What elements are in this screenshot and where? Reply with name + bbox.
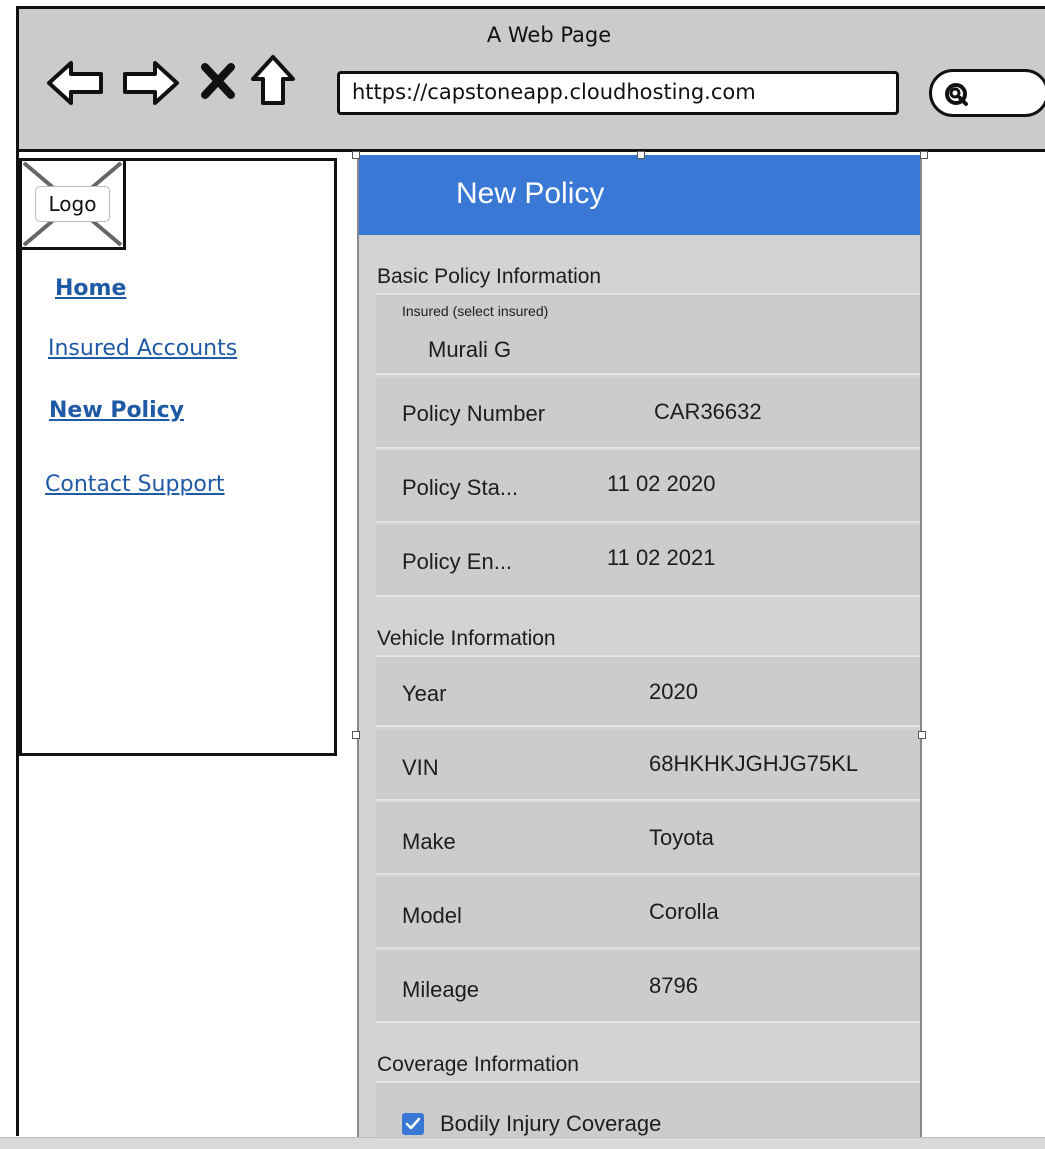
policy-start-value: 11 02 2020 [607, 471, 716, 496]
policy-end-value: 11 02 2021 [607, 545, 716, 570]
field-vin[interactable]: VIN 68HKHKJGHJG75KL [376, 729, 920, 801]
resize-handle[interactable] [352, 731, 360, 739]
field-model[interactable]: Model Corolla [376, 877, 920, 949]
resize-handle[interactable] [918, 731, 926, 739]
make-label: Make [402, 829, 456, 854]
field-bodily-injury[interactable]: Bodily Injury Coverage [376, 1081, 920, 1140]
mileage-label: Mileage [402, 977, 480, 1002]
panel-title: New Policy [456, 177, 605, 210]
bodily-injury-checkbox[interactable] [402, 1113, 424, 1135]
resize-handle[interactable] [920, 151, 928, 159]
section-coverage: Coverage Information [377, 1053, 579, 1076]
field-policy-end[interactable]: Policy En... 11 02 2021 [376, 525, 920, 597]
section-basic-policy: Basic Policy Information [377, 265, 602, 288]
year-label: Year [402, 681, 447, 706]
resize-handle[interactable] [637, 151, 645, 159]
vin-label: VIN [402, 755, 439, 780]
policy-start-label: Policy Sta... [402, 475, 519, 500]
sidebar-link-home[interactable]: Home [55, 276, 126, 301]
sidebar-link-new-policy[interactable]: New Policy [49, 398, 184, 423]
field-mileage[interactable]: Mileage 8796 [376, 951, 920, 1023]
field-insured[interactable]: Insured (select insured) Murali G [376, 293, 920, 375]
model-label: Model [402, 903, 462, 928]
year-value: 2020 [649, 679, 698, 704]
insured-field-label: Insured (select insured) [402, 303, 549, 319]
sidebar-link-contact-support[interactable]: Contact Support [45, 472, 225, 497]
horizontal-scrollbar[interactable] [0, 1137, 1045, 1149]
field-policy-start[interactable]: Policy Sta... 11 02 2020 [376, 451, 920, 523]
policy-number-value: CAR36632 [654, 399, 762, 424]
field-make[interactable]: Make Toyota [376, 803, 920, 875]
field-year[interactable]: Year 2020 [376, 655, 920, 727]
model-value: Corolla [649, 899, 719, 924]
resize-handle[interactable] [352, 151, 360, 159]
section-vehicle: Vehicle Information [377, 627, 556, 650]
policy-number-label: Policy Number [402, 401, 546, 426]
make-value: Toyota [649, 825, 714, 850]
field-policy-number[interactable]: Policy Number CAR36632 [376, 377, 920, 449]
bodily-injury-label: Bodily Injury Coverage [440, 1111, 662, 1136]
policy-end-label: Policy En... [402, 549, 513, 574]
logo-label: Logo [35, 186, 110, 222]
insured-field-value: Murali G [428, 337, 512, 362]
checkmark-icon [405, 1117, 421, 1130]
panel-header: New Policy [359, 155, 920, 235]
logo-placeholder: Logo [19, 158, 126, 250]
new-policy-panel: New Policy Basic Policy Information Insu… [357, 155, 922, 1140]
vin-value: 68HKHKJGHJG75KL [649, 751, 859, 776]
mileage-value: 8796 [649, 973, 698, 998]
sidebar-link-insured-accounts[interactable]: Insured Accounts [48, 336, 237, 361]
